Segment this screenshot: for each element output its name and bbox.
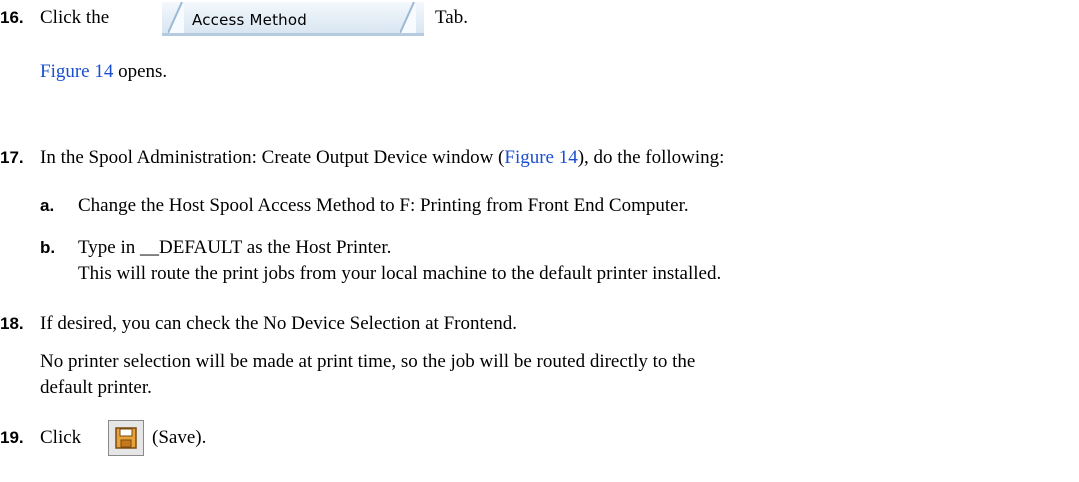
sub-letter: a. (40, 196, 55, 215)
step-17-sub-a: a. Change the Host Spool Access Method to… (40, 194, 689, 218)
figure-link[interactable]: Figure 14 (40, 61, 113, 82)
step-text: Click the (40, 7, 110, 28)
step-number: 19. (0, 428, 24, 447)
result-text: opens. (113, 61, 168, 82)
step-text: If desired, you can check the No Device … (40, 313, 517, 334)
step-18-note-line1: No printer selection will be made at pri… (40, 351, 696, 372)
tab-label: Access Method (192, 11, 307, 29)
step-16: 16. Click the (0, 6, 109, 30)
tab-edge-left-icon (168, 2, 184, 33)
step-text-suffix: Tab. (435, 7, 468, 28)
save-button[interactable] (108, 420, 144, 456)
sub-letter: b. (40, 238, 56, 257)
step-19: 19. Click (0, 426, 81, 450)
step-18-note-line2: default printer. (40, 377, 152, 398)
step-text: Click (40, 427, 82, 448)
figure-link[interactable]: Figure 14 (504, 147, 577, 168)
step-number: 18. (0, 314, 24, 333)
sub-text: Change the Host Spool Access Method to F… (78, 195, 689, 216)
step-number: 16. (0, 8, 24, 27)
step-18: 18. If desired, you can check the No Devi… (0, 312, 517, 336)
step-16-result: Figure 14 opens. (40, 60, 167, 84)
step-text-suffix: ), do the following: (577, 147, 725, 168)
step-text: In the Spool Administration: Create Outp… (40, 147, 505, 168)
sub-text: Type in __DEFAULT as the Host Printer. (78, 237, 392, 258)
tab-edge-right-icon (400, 2, 416, 33)
floppy-disk-icon (115, 427, 137, 449)
step-17: 17. In the Spool Administration: Create O… (0, 146, 724, 170)
access-method-tab[interactable]: Access Method (162, 2, 424, 36)
step-number: 17. (0, 148, 24, 167)
step-17-sub-b-note: This will route the print jobs from your… (78, 263, 722, 284)
step-17-sub-b: b. Type in __DEFAULT as the Host Printer. (40, 236, 391, 260)
step-text-suffix: (Save). (152, 427, 207, 448)
